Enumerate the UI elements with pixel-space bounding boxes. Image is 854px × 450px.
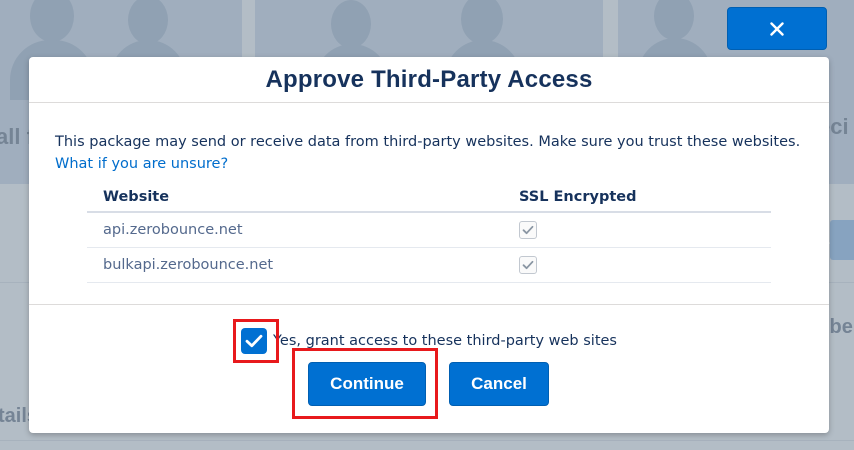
consent-checkbox[interactable] (241, 328, 267, 354)
modal-description: This package may send or receive data fr… (55, 131, 815, 175)
checkmark-icon (245, 334, 263, 348)
modal-header: Approve Third-Party Access (29, 57, 829, 103)
close-button[interactable] (727, 7, 827, 50)
table-row: bulkapi.zerobounce.net (87, 247, 771, 283)
column-header-website: Website (87, 183, 503, 213)
modal-footer: Yes, grant access to these third-party w… (29, 304, 829, 433)
ssl-cell (503, 247, 771, 283)
websites-table: Website SSL Encrypted api.zerobounce.net (87, 183, 771, 283)
cancel-button[interactable]: Cancel (449, 362, 549, 406)
consent-label[interactable]: Yes, grant access to these third-party w… (273, 333, 617, 349)
continue-button[interactable]: Continue (308, 362, 426, 406)
close-icon (770, 21, 784, 36)
checkmark-icon (519, 256, 537, 274)
modal-body: This package may send or receive data fr… (29, 103, 829, 303)
table-header-row: Website SSL Encrypted (87, 183, 771, 213)
help-link[interactable]: What if you are unsure? (55, 156, 228, 172)
description-text: This package may send or receive data fr… (55, 134, 801, 150)
approve-access-modal: Approve Third-Party Access This package … (29, 57, 829, 433)
table-row: api.zerobounce.net (87, 212, 771, 248)
column-header-ssl: SSL Encrypted (503, 183, 771, 213)
website-cell: api.zerobounce.net (87, 212, 503, 248)
consent-row: Yes, grant access to these third-party w… (241, 328, 617, 354)
checkmark-icon (519, 221, 537, 239)
ssl-cell (503, 212, 771, 248)
modal-title: Approve Third-Party Access (265, 65, 593, 93)
website-cell: bulkapi.zerobounce.net (87, 247, 503, 283)
